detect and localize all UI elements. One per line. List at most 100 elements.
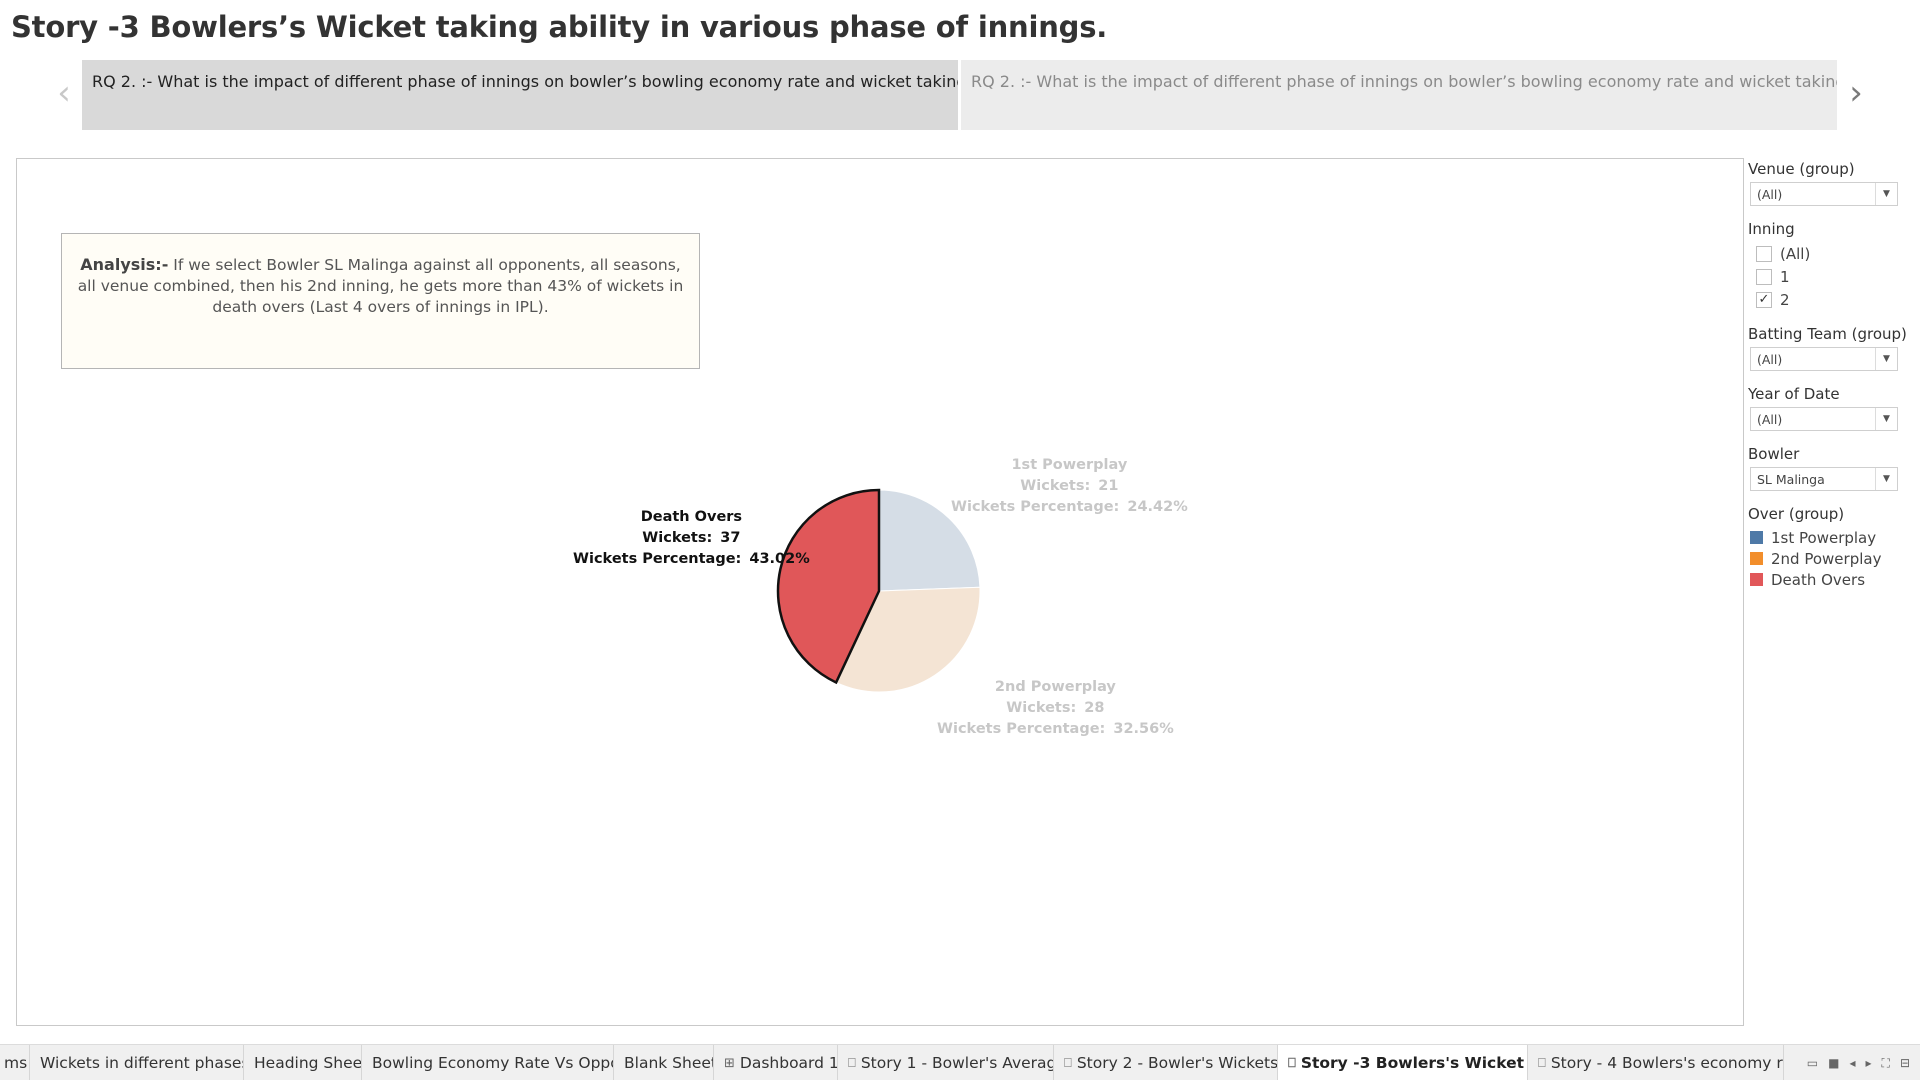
- legend-swatch: [1750, 531, 1763, 544]
- chevron-down-icon[interactable]: ▼: [1875, 183, 1897, 205]
- label-death-overs-name: Death Overs: [640, 509, 743, 525]
- venue-dropdown-value: (All): [1757, 187, 1783, 202]
- inning-filter: Inning (All) 1 ✓ 2: [1748, 220, 1918, 311]
- tab-label: Story 1 - Bowler's Average: [860, 1054, 1054, 1072]
- tab-label: ms: [4, 1054, 28, 1072]
- bowler-dropdown-value: SL Malinga: [1757, 472, 1825, 487]
- legend-item-2nd-powerplay[interactable]: 2nd Powerplay: [1748, 548, 1918, 569]
- tab-label: Heading Sheet: [254, 1054, 362, 1072]
- bowler-filter: Bowler SL Malinga ▼: [1748, 445, 1918, 491]
- tab-story-3[interactable]: ⎕Story -3 Bowlers's Wicket ta...: [1278, 1045, 1528, 1080]
- sheet-tab-bar: ms Wickets in different phases Heading S…: [0, 1044, 1920, 1080]
- label-death-overs-pct-field: Wickets Percentage:: [573, 551, 742, 567]
- batting-team-dropdown-value: (All): [1757, 352, 1783, 367]
- label-1st-powerplay-name: 1st Powerplay: [1011, 457, 1128, 473]
- inning-filter-title: Inning: [1748, 220, 1795, 238]
- tab-dashboard-1[interactable]: ⊞ Dashboard 1: [714, 1045, 838, 1080]
- batting-team-filter: Batting Team (group) (All) ▼: [1748, 325, 1918, 371]
- inning-option-1[interactable]: 1: [1748, 265, 1918, 288]
- tabs-icon[interactable]: ■: [1828, 1056, 1839, 1071]
- legend-item-1st-powerplay[interactable]: 1st Powerplay: [1748, 527, 1918, 548]
- tab-truncated[interactable]: ms: [0, 1045, 30, 1080]
- chevron-down-icon[interactable]: ▼: [1875, 468, 1897, 490]
- tab-bowling-economy-rate[interactable]: Bowling Economy Rate Vs Oppo...: [362, 1045, 614, 1080]
- label-2nd-powerplay-pct-value-field: Wickets Percentage:: [937, 721, 1106, 737]
- label-1st-powerplay-pct-value: 24.42%: [1127, 499, 1188, 515]
- label-2nd-powerplay-name: 2nd Powerplay: [994, 679, 1116, 695]
- label-2nd-powerplay: 2nd Powerplay Wickets: 28 Wickets Percent…: [937, 677, 1174, 740]
- legend-swatch: [1750, 552, 1763, 565]
- label-death-overs-wickets-value: 37: [720, 530, 741, 546]
- tab-label: Bowling Economy Rate Vs Oppo...: [372, 1054, 614, 1072]
- story-icon: ⎕: [1064, 1055, 1072, 1071]
- venue-filter: Venue (group) (All) ▼: [1748, 160, 1918, 206]
- tab-label: Story - 4 Bowlers's economy r...: [1550, 1054, 1784, 1072]
- legend-label: 2nd Powerplay: [1771, 549, 1882, 568]
- tab-controls: ▭ ■ ◂ ▸ ⛶ ⊟: [1807, 1056, 1910, 1071]
- filmstrip-icon[interactable]: ▭: [1807, 1056, 1818, 1071]
- label-1st-powerplay-pct-field: Wickets Percentage:: [951, 499, 1120, 515]
- tab-story-1[interactable]: ⎕ Story 1 - Bowler's Average: [838, 1045, 1054, 1080]
- year-dropdown[interactable]: (All) ▼: [1750, 407, 1898, 431]
- legend-item-death-overs[interactable]: Death Overs: [1748, 569, 1918, 590]
- label-2nd-powerplay-wickets-value: 28: [1084, 700, 1105, 716]
- inning-option-2[interactable]: ✓ 2: [1748, 288, 1918, 311]
- chevron-down-icon[interactable]: ▼: [1875, 348, 1897, 370]
- label-death-overs: Death Overs Wickets: 37 Wickets Percentag…: [573, 507, 810, 570]
- fullscreen-icon[interactable]: ⛶: [1882, 1056, 1890, 1071]
- story-icon: ⎕: [848, 1055, 856, 1071]
- next-story-point-button[interactable]: ›: [1844, 73, 1868, 113]
- checkbox-checked[interactable]: ✓: [1756, 291, 1772, 308]
- previous-story-point-button[interactable]: ‹: [52, 73, 76, 113]
- bowler-dropdown[interactable]: SL Malinga ▼: [1750, 467, 1898, 491]
- tab-label: Blank Sheet: [624, 1054, 714, 1072]
- filters-panel: Venue (group) (All) ▼ Inning (All) 1 ✓ 2…: [1748, 160, 1918, 604]
- batting-team-filter-title: Batting Team (group): [1748, 325, 1907, 343]
- venue-dropdown[interactable]: (All) ▼: [1750, 182, 1898, 206]
- tab-blank-sheet[interactable]: Blank Sheet: [614, 1045, 714, 1080]
- story-icon: ⎕: [1288, 1055, 1296, 1071]
- story-title: Story -3 Bowlers’s Wicket taking ability…: [11, 10, 1108, 44]
- checkbox[interactable]: [1756, 268, 1772, 285]
- label-death-overs-pct-value: 43.02%: [749, 551, 810, 567]
- tab-label: Story -3 Bowlers's Wicket ta...: [1300, 1054, 1527, 1072]
- label-1st-powerplay: 1st Powerplay Wickets: 21 Wickets Percent…: [951, 455, 1188, 518]
- year-filter: Year of Date (All) ▼: [1748, 385, 1918, 431]
- tab-label: Wickets in different phases: [40, 1054, 244, 1072]
- over-group-legend-title: Over (group): [1748, 505, 1845, 523]
- tab-label: Dashboard 1: [739, 1054, 838, 1072]
- legend-swatch: [1750, 573, 1763, 586]
- tab-story-4[interactable]: ⎕ Story - 4 Bowlers's economy r...: [1528, 1045, 1784, 1080]
- batting-team-dropdown[interactable]: (All) ▼: [1750, 347, 1898, 371]
- story-point-2[interactable]: RQ 2. :- What is the impact of different…: [961, 60, 1837, 130]
- chevron-down-icon[interactable]: ▼: [1875, 408, 1897, 430]
- present-icon[interactable]: ⊟: [1900, 1056, 1910, 1071]
- inning-option-label: 1: [1780, 267, 1790, 286]
- label-2nd-powerplay-wickets-field: Wickets:: [1006, 700, 1077, 716]
- label-2nd-powerplay-pct-value: 32.56%: [1113, 721, 1174, 737]
- checkbox[interactable]: [1756, 245, 1772, 262]
- pie-chart-svg: [776, 488, 981, 693]
- scroll-right-icon[interactable]: ▸: [1866, 1056, 1872, 1071]
- year-dropdown-value: (All): [1757, 412, 1783, 427]
- scroll-left-icon[interactable]: ◂: [1849, 1056, 1855, 1071]
- bowler-filter-title: Bowler: [1748, 445, 1800, 463]
- pie-chart: 1st Powerplay Wickets: 21 Wickets Percent…: [17, 159, 1745, 1027]
- venue-filter-title: Venue (group): [1748, 160, 1855, 178]
- tab-wickets-in-different-phases[interactable]: Wickets in different phases: [30, 1045, 244, 1080]
- tab-label: Story 2 - Bowler's Wickets: [1076, 1054, 1278, 1072]
- label-1st-powerplay-wickets-value: 21: [1098, 478, 1119, 494]
- label-1st-powerplay-wickets-field: Wickets:: [1020, 478, 1091, 494]
- label-death-overs-wickets-field: Wickets:: [642, 530, 713, 546]
- dashboard-icon: ⊞: [724, 1055, 735, 1071]
- legend-label: Death Overs: [1771, 570, 1866, 589]
- story-dashboard: Story -3 Bowlers’s Wicket taking ability…: [0, 0, 1920, 1080]
- story-point-1[interactable]: RQ 2. :- What is the impact of different…: [82, 60, 958, 130]
- tab-story-2[interactable]: ⎕ Story 2 - Bowler's Wickets: [1054, 1045, 1278, 1080]
- inning-option-label: 2: [1780, 290, 1790, 309]
- story-icon: ⎕: [1538, 1055, 1546, 1071]
- inning-option-all[interactable]: (All): [1748, 242, 1918, 265]
- dashboard-canvas: Analysis:- If we select Bowler SL Maling…: [16, 158, 1744, 1026]
- inning-option-label: (All): [1780, 244, 1811, 263]
- tab-heading-sheet[interactable]: Heading Sheet: [244, 1045, 362, 1080]
